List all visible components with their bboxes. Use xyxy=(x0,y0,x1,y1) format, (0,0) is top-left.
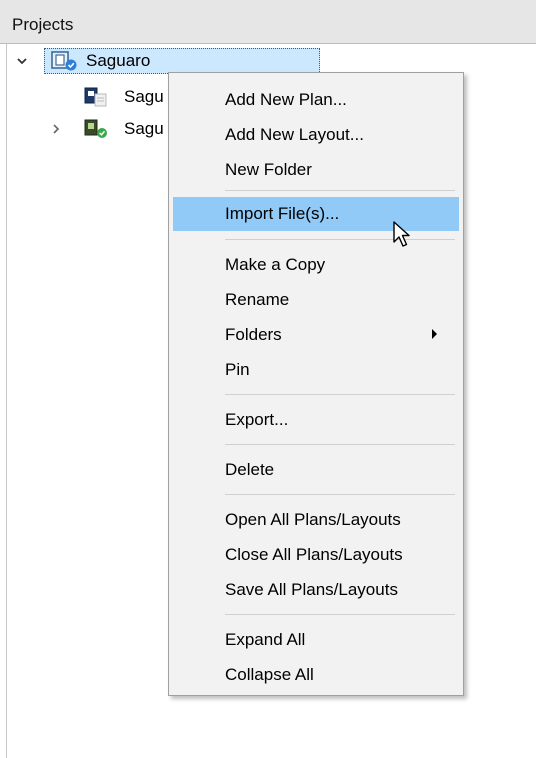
chevron-down-icon[interactable] xyxy=(14,53,30,69)
tree-child-plan[interactable]: Sagu xyxy=(82,84,164,110)
submenu-arrow-icon xyxy=(432,329,437,339)
menu-item-pin[interactable]: Pin xyxy=(173,353,459,387)
menu-item-save-all[interactable]: Save All Plans/Layouts xyxy=(173,573,459,607)
chevron-right-icon[interactable] xyxy=(48,121,64,137)
tree-child-layout[interactable]: Sagu xyxy=(82,116,164,142)
menu-item-add-new-plan[interactable]: Add New Plan... xyxy=(173,83,459,117)
panel-border xyxy=(6,44,7,758)
layout-icon xyxy=(82,118,110,140)
mouse-pointer-icon xyxy=(392,220,414,255)
menu-item-collapse-all[interactable]: Collapse All xyxy=(173,658,459,692)
context-menu: Add New Plan... Add New Layout... New Fo… xyxy=(168,72,464,696)
tree-root-saguaro[interactable]: Saguaro xyxy=(50,48,150,74)
menu-item-import-files[interactable]: Import File(s)... xyxy=(173,197,459,231)
panel-title: Projects xyxy=(12,15,74,34)
project-icon xyxy=(50,50,78,72)
menu-item-rename[interactable]: Rename xyxy=(173,283,459,317)
menu-separator xyxy=(225,190,455,191)
plan-icon xyxy=(82,86,110,108)
menu-item-folders[interactable]: Folders xyxy=(173,318,459,352)
tree-child-label: Sagu xyxy=(124,87,164,106)
menu-item-folders-label: Folders xyxy=(225,325,282,344)
menu-item-make-a-copy[interactable]: Make a Copy xyxy=(173,248,459,282)
menu-item-close-all[interactable]: Close All Plans/Layouts xyxy=(173,538,459,572)
projects-panel-header: Projects xyxy=(0,0,536,44)
menu-separator xyxy=(225,494,455,495)
tree-child-label: Sagu xyxy=(124,119,164,138)
menu-separator xyxy=(225,239,455,240)
tree-root-label: Saguaro xyxy=(86,51,151,70)
menu-item-expand-all[interactable]: Expand All xyxy=(173,623,459,657)
menu-item-new-folder[interactable]: New Folder xyxy=(173,153,459,187)
menu-separator xyxy=(225,394,455,395)
menu-item-add-new-layout[interactable]: Add New Layout... xyxy=(173,118,459,152)
menu-separator xyxy=(225,614,455,615)
menu-item-open-all[interactable]: Open All Plans/Layouts xyxy=(173,503,459,537)
menu-item-delete[interactable]: Delete xyxy=(173,453,459,487)
menu-item-export[interactable]: Export... xyxy=(173,403,459,437)
menu-separator xyxy=(225,444,455,445)
